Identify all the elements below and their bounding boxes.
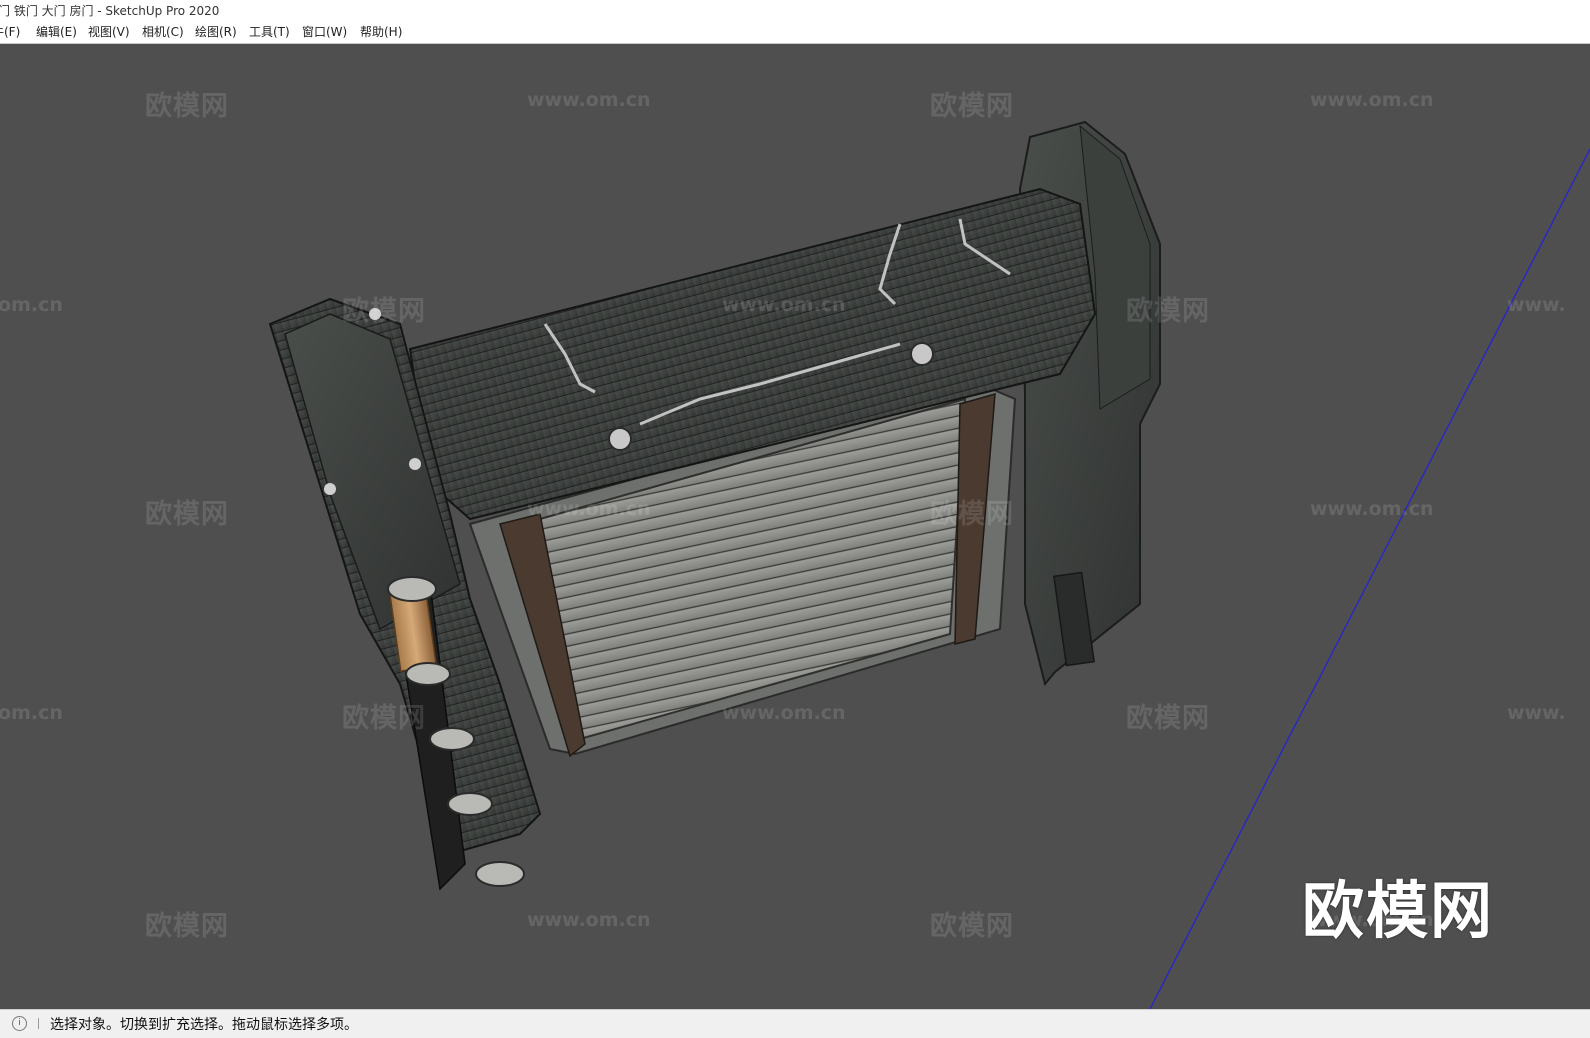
menu-view[interactable]: 视图(V) <box>88 22 130 43</box>
watermark-url: www.om.cn <box>527 89 651 111</box>
watermark-brand: 欧模网 <box>145 499 229 530</box>
window-title: 门 铁门 大门 房门 - SketchUp Pro 2020 <box>0 4 220 18</box>
watermark-brand: 欧模网 <box>342 296 426 327</box>
status-separator <box>38 1018 39 1029</box>
watermark-brand: 欧模网 <box>1126 703 1210 734</box>
watermark-url: www.om.cn <box>1310 89 1434 111</box>
menu-bar: 牛(F) 编辑(E) 视图(V) 相机(C) 绘图(R) 工具(T) 窗口(W)… <box>0 22 1590 44</box>
watermark-brand: 欧模网 <box>342 703 426 734</box>
watermark-brand: 欧模网 <box>930 911 1014 942</box>
status-text: 选择对象。切换到扩充选择。拖动鼠标选择多项。 <box>50 1017 358 1033</box>
menu-help[interactable]: 帮助(H) <box>360 22 402 43</box>
watermark-url: www.om.cn <box>527 498 651 520</box>
menu-camera[interactable]: 相机(C) <box>142 22 184 43</box>
watermark-brand: 欧模网 <box>1126 296 1210 327</box>
watermark-brand: 欧模网 <box>930 91 1014 122</box>
title-bar: 门 铁门 大门 房门 - SketchUp Pro 2020 <box>0 0 1590 22</box>
watermark-url: www.om.cn <box>722 294 846 316</box>
watermark-url: www.om.cn <box>527 909 651 931</box>
model-viewport[interactable]: 欧模网 www.om.cn 欧模网 www.om.cn om.cn 欧模网 ww… <box>0 44 1590 1009</box>
watermark-url: www. <box>1507 294 1566 316</box>
info-icon[interactable]: i <box>12 1016 27 1031</box>
watermark-url: www.om.cn <box>1310 498 1434 520</box>
watermark-url: www.om.cn <box>722 702 846 724</box>
watermark-url: om.cn <box>0 294 63 316</box>
menu-window[interactable]: 窗口(W) <box>302 22 347 43</box>
menu-draw[interactable]: 绘图(R) <box>195 22 237 43</box>
watermark-brand: 欧模网 <box>930 499 1014 530</box>
brand-logo: 欧模网 <box>1302 874 1495 947</box>
menu-file[interactable]: 牛(F) <box>0 22 20 43</box>
watermark-brand: 欧模网 <box>145 91 229 122</box>
watermark-brand: 欧模网 <box>145 911 229 942</box>
watermark-url: www. <box>1507 702 1566 724</box>
status-bar: i 选择对象。切换到扩充选择。拖动鼠标选择多项。 <box>0 1009 1590 1038</box>
menu-edit[interactable]: 编辑(E) <box>36 22 77 43</box>
watermark-url: om.cn <box>0 702 63 724</box>
menu-tools[interactable]: 工具(T) <box>249 22 290 43</box>
